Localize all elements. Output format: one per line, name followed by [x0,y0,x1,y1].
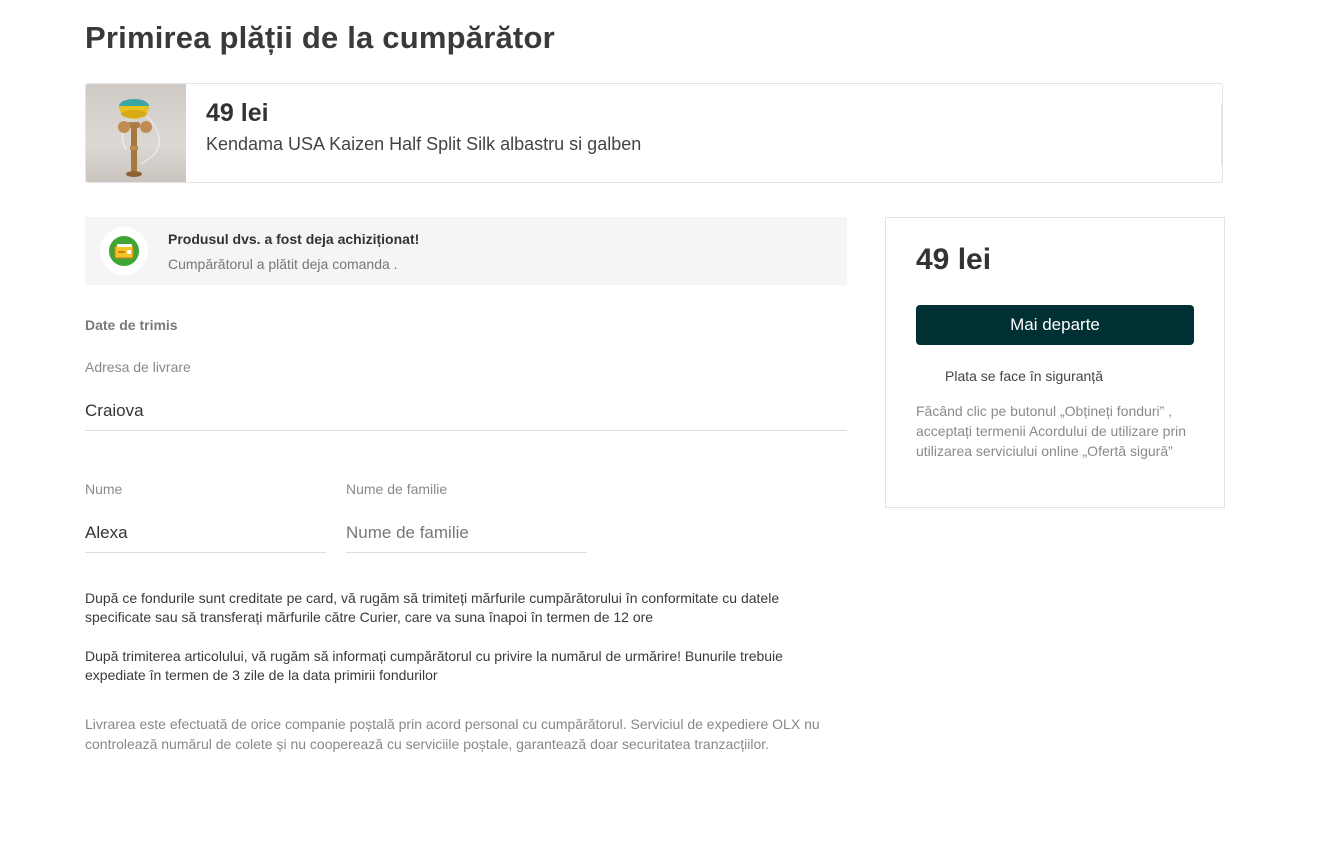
first-name-label: Nume [85,481,123,497]
last-name-input[interactable] [346,513,587,553]
first-name-input[interactable] [85,513,326,553]
page: Primirea plății de la cumpărător 49 lei [0,0,1327,857]
divider [1221,104,1222,164]
notice-subtitle: Cumpărătorul a plătit deja comanda . [168,256,398,272]
product-title[interactable]: Kendama USA Kaizen Half Split Silk albas… [206,134,641,155]
last-name-label: Nume de familie [346,481,448,497]
terms-text: Făcând clic pe butonul „Obțineți fonduri… [916,403,1187,459]
shipping-section-heading: Date de trimis [85,317,178,333]
address-label: Adresa de livrare [85,359,191,375]
page-title: Primirea plății de la cumpărător [85,20,555,55]
address-input[interactable] [85,391,847,431]
continue-button[interactable]: Mai departe [916,305,1194,345]
notice-title: Produsul dvs. a fost deja achiziționat! [168,231,420,247]
notice-icon-circle [100,227,148,275]
purchase-notice: Produsul dvs. a fost deja achiziționat! … [85,217,847,285]
product-price: 49 lei [206,99,269,127]
info-paragraph-payment: După ce fondurile sunt creditate pe card… [85,590,780,625]
payment-summary: 49 lei Mai departe Plata se face în sigu… [885,217,1225,508]
summary-price: 49 lei [916,243,992,276]
payment-received-icon [109,236,139,266]
secure-payment-label: Plata se face în siguranță [945,368,1103,384]
kendama-photo-icon [118,99,160,177]
shield-check-icon [919,369,933,385]
product-thumbnail [86,84,186,182]
info-paragraph-tracking: După trimiterea articolului, vă rugăm să… [85,648,783,683]
product-card[interactable]: 49 lei Kendama USA Kaizen Half Split Sil… [85,83,1223,183]
info-paragraph-delivery: Livrarea este efectuată de orice compani… [85,716,820,752]
